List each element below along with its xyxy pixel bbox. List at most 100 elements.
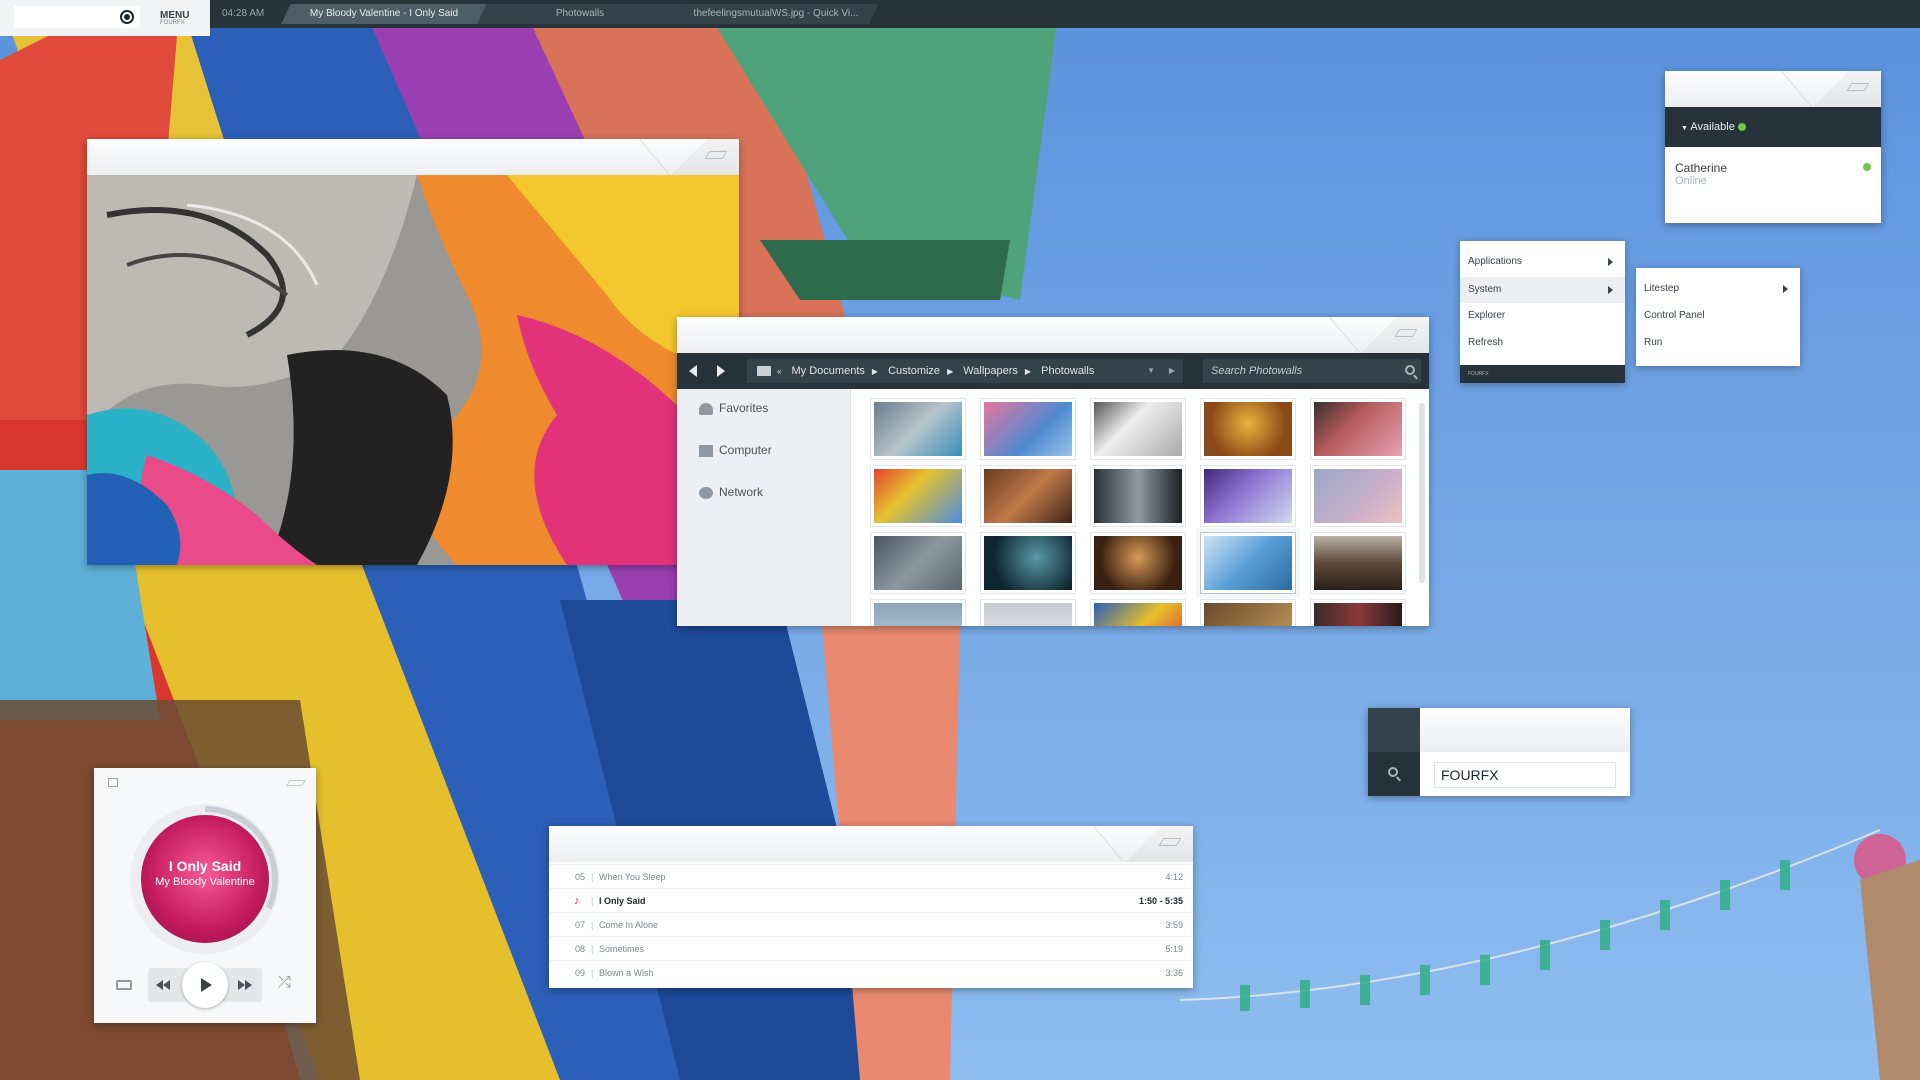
taskbar: MENU FOURFX 04:28 AM My Bloody Valentine… [0,0,1920,36]
playlist-track[interactable]: 09 | Blown a Wish 3:36 [549,960,1193,984]
status-dot [1737,123,1746,132]
thumbnail[interactable] [1311,600,1405,626]
repeat-icon[interactable] [116,980,132,990]
forward-arrow-icon[interactable] [717,365,725,377]
separator: | [591,944,594,954]
breadcrumb-photowalls[interactable]: Photowalls [1041,365,1094,377]
play-button[interactable] [182,962,228,1008]
contact-name[interactable]: Catherine [1675,161,1727,175]
thumbnail[interactable] [1201,399,1295,459]
thumbnail[interactable] [981,600,1075,626]
window-titlebar[interactable] [87,139,739,175]
track-number: 09 [575,968,586,978]
task-label: Photowalls [555,8,605,19]
menu-item-label: Control Panel [1644,310,1705,321]
track-title: When You Sleep [599,872,666,882]
breadcrumb[interactable]: « My Documents ▶ Customize ▶ Wallpapers ▶ P… [747,359,1183,383]
image-viewer-window [87,139,739,565]
separator: | [591,968,594,978]
track-time: 3:36 [1165,968,1183,978]
shuffle-icon[interactable]: ⤮ [278,974,291,992]
expand-icon[interactable] [108,778,118,787]
thumbnail[interactable] [981,533,1075,593]
task-explorer[interactable]: Photowalls [477,4,683,24]
thumbnail[interactable] [871,600,965,626]
now-playing-title: I Only Said [168,858,242,874]
start-menu-button[interactable]: MENU FOURFX [0,0,210,36]
online-dot [1863,163,1871,171]
status-selector[interactable]: ▼ Available [1665,107,1881,147]
thumbnail[interactable] [1311,533,1405,593]
track-time: 4:12 [1165,872,1183,882]
chevron-right-icon [1608,286,1613,294]
record-icon[interactable] [120,10,134,24]
breadcrumb-my-documents[interactable]: My Documents [792,365,865,377]
window-titlebar[interactable] [677,317,1429,353]
search-widget-sidebar-top [1368,708,1420,752]
thumbnail[interactable] [871,399,965,459]
menu-item-applications[interactable]: Applications [1460,249,1625,275]
window-titlebar[interactable] [1420,708,1630,752]
window-titlebar[interactable] [549,826,1193,862]
sidebar-item-label: Network [719,485,764,499]
chevron-right-icon: ▶ [871,367,879,376]
next-track-button[interactable] [238,980,254,990]
vertical-scrollbar[interactable] [1419,403,1425,583]
menu-item-refresh[interactable]: Refresh [1460,330,1625,356]
system-submenu: Litestep Control Panel Run [1636,268,1800,366]
search-icon[interactable] [1388,767,1398,777]
thumbnail[interactable] [981,399,1075,459]
breadcrumb-wallpapers[interactable]: Wallpapers [963,365,1018,377]
chevron-down-icon: ▼ [1681,125,1688,132]
thumbnail[interactable] [1311,466,1405,526]
playlist-track-playing[interactable]: ♪ | I Only Said 1:50 - 5:35 [549,888,1193,912]
minimize-button[interactable] [286,780,306,786]
thumbnail-grid [871,399,1411,626]
sidebar-item-computer[interactable]: Computer [699,443,772,457]
playlist-track[interactable]: 07 | Come In Alone 3:59 [549,912,1193,936]
chevron-down-icon[interactable]: ▼ [1147,359,1155,383]
sidebar-item-favorites[interactable]: Favorites [699,401,768,415]
go-arrow-icon[interactable]: ▶ [1169,359,1175,383]
thumbnail[interactable] [1091,533,1185,593]
thumbnail[interactable] [1201,466,1295,526]
contact-status: Online [1675,175,1707,187]
thumbnail[interactable] [871,466,965,526]
window-titlebar[interactable] [1665,71,1881,107]
menu-item-control-panel[interactable]: Control Panel [1636,303,1800,329]
explorer-search-input[interactable]: Search Photowalls [1203,359,1421,383]
taskbar-search-input[interactable] [14,6,140,28]
thumbnail[interactable] [871,533,965,593]
breadcrumb-customize[interactable]: Customize [888,365,940,377]
back-arrow-icon[interactable] [689,365,697,377]
thumbnail[interactable] [1091,466,1185,526]
menu-item-litestep[interactable]: Litestep [1636,276,1800,302]
chat-widget: ▼ Available Catherine Online [1665,71,1881,223]
menu-item-system[interactable]: System [1460,277,1625,303]
task-image-viewer[interactable]: thefeelingsmutualWS.jpg - Quick Vi... [673,4,879,24]
graffiti-photo [87,175,739,565]
track-time: 1:50 - 5:35 [1138,896,1183,906]
previous-track-button[interactable] [156,980,172,990]
music-note-icon: ♪ [574,895,580,907]
thumbnail-selected[interactable] [1201,533,1295,593]
thumbnail[interactable] [1091,600,1185,626]
menu-item-run[interactable]: Run [1636,330,1800,356]
separator: | [591,920,594,930]
thumbnail[interactable] [1201,600,1295,626]
thumbnail[interactable] [1311,399,1405,459]
playlist-track[interactable]: 05 | When You Sleep 4:12 [549,864,1193,888]
task-music-player[interactable]: My Bloody Valentine - I Only Said [281,4,487,24]
menu-item-label: Refresh [1468,337,1504,348]
thumbnail[interactable] [981,466,1075,526]
double-chevron-left-icon[interactable]: « [777,360,781,384]
search-icon[interactable] [1405,365,1415,375]
thumbnail[interactable] [1091,399,1185,459]
sidebar-item-network[interactable]: Network [699,485,763,499]
search-input[interactable]: FOURFX [1434,762,1616,788]
chevron-right-icon [1608,258,1613,266]
chevron-right-icon: ▶ [947,367,954,376]
task-label: thefeelingsmutualWS.jpg - Quick Vi... [693,8,859,19]
menu-item-explorer[interactable]: Explorer [1460,303,1625,329]
playlist-track[interactable]: 08 | Sometimes 5:19 [549,936,1193,960]
